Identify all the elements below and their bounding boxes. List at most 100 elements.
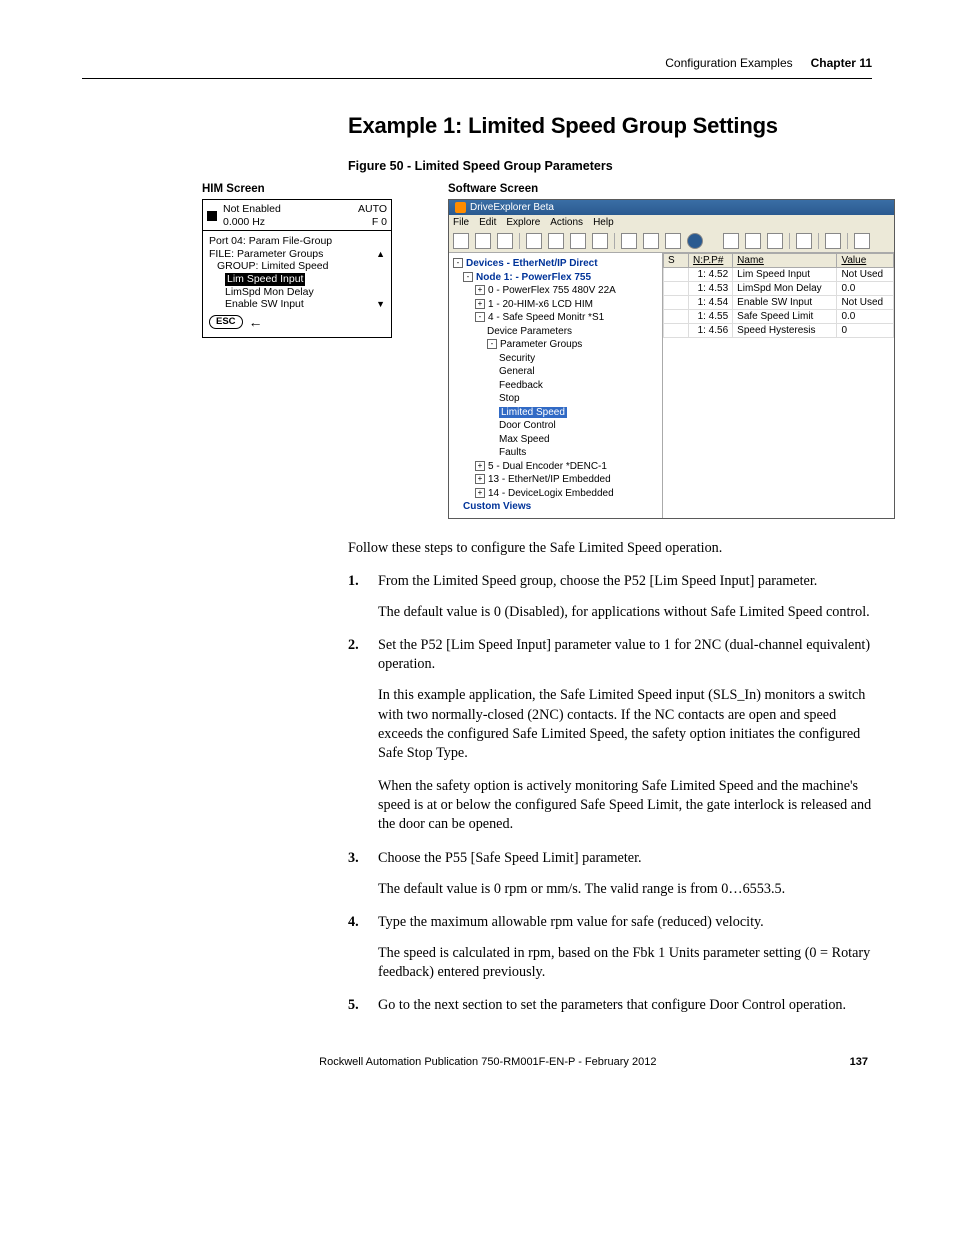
software-screen-block: Software Screen DriveExplorer Beta File … <box>448 183 895 519</box>
tree-node1[interactable]: Node 1: - PowerFlex 755 <box>476 272 591 283</box>
tree-grp-general[interactable]: General <box>499 366 535 377</box>
cut-icon[interactable] <box>526 233 542 249</box>
him-hz: 0.000 Hz <box>223 216 281 229</box>
tree-grp-stop[interactable]: Stop <box>499 393 520 404</box>
window-title: DriveExplorer Beta <box>470 202 554 213</box>
back-arrow-icon <box>249 314 263 331</box>
tree-n4[interactable]: 4 - Safe Speed Monitr *S1 <box>488 312 604 323</box>
tree-grp-security[interactable]: Security <box>499 353 535 364</box>
him-screen-block: HIM Screen Not Enabled 0.000 Hz AUTO F 0 <box>202 183 392 338</box>
step-lead: Go to the next section to set the parame… <box>378 997 846 1013</box>
figure-caption: Figure 50 - Limited Speed Group Paramete… <box>348 159 872 173</box>
dropdown-icon[interactable] <box>643 233 659 249</box>
grid-col-name[interactable]: Name <box>733 254 837 268</box>
app-logo-icon <box>455 202 466 213</box>
tree-custom-views[interactable]: Custom Views <box>463 501 531 512</box>
table-row: 1: 4.56Speed Hysteresis0 <box>664 324 894 338</box>
header-section: Configuration Examples <box>665 56 792 70</box>
grid-col-s[interactable]: S <box>664 254 689 268</box>
intro-text: Follow these steps to configure the Safe… <box>348 539 872 558</box>
tree-root[interactable]: Devices - EtherNet/IP Direct <box>466 258 598 269</box>
software-label: Software Screen <box>448 183 895 195</box>
upload-icon[interactable] <box>723 233 739 249</box>
menu-file[interactable]: File <box>453 217 469 228</box>
properties-icon[interactable] <box>665 233 681 249</box>
step-sub: The default value is 0 rpm or mm/s. The … <box>378 880 872 899</box>
tree-n1[interactable]: 1 - 20-HIM-x6 LCD HIM <box>488 299 593 310</box>
print-icon[interactable] <box>592 233 608 249</box>
step-number: 4. <box>348 913 359 932</box>
step-sub: The default value is 0 (Disabled), for a… <box>378 603 872 622</box>
tree-n0[interactable]: 0 - PowerFlex 755 480V 22A <box>488 285 616 296</box>
steps-list: 1. From the Limited Speed group, choose … <box>348 572 872 1016</box>
save-icon[interactable] <box>497 233 513 249</box>
menubar: File Edit Explore Actions Help <box>449 215 894 230</box>
stop-icon <box>207 211 217 221</box>
him-item-selected: Lim Speed Input <box>225 273 305 286</box>
step-sub: The speed is calculated in rpm, based on… <box>378 944 872 982</box>
menu-explore[interactable]: Explore <box>506 217 540 228</box>
tree-paramgroups[interactable]: Parameter Groups <box>500 339 582 350</box>
tree-grp-feedback[interactable]: Feedback <box>499 380 543 391</box>
grid-col-value[interactable]: Value <box>837 254 894 268</box>
download-icon[interactable] <box>745 233 761 249</box>
header-chapter: Chapter 11 <box>811 56 872 70</box>
menu-help[interactable]: Help <box>593 217 614 228</box>
grid-col-np[interactable]: N:P.P# <box>689 254 733 268</box>
him-item-2: LimSpd Mon Delay <box>209 286 385 299</box>
device-tree[interactable]: -Devices - EtherNet/IP Direct -Node 1: -… <box>449 253 663 518</box>
section-title: Example 1: Limited Speed Group Settings <box>348 113 872 139</box>
step-sub: When the safety option is actively monit… <box>378 777 872 835</box>
copy-icon[interactable] <box>548 233 564 249</box>
tree-devparams[interactable]: Device Parameters <box>487 326 572 337</box>
info-icon[interactable] <box>687 233 703 249</box>
tree-grp-door-control[interactable]: Door Control <box>499 420 556 431</box>
step-number: 1. <box>348 572 359 591</box>
table-row: 1: 4.53LimSpd Mon Delay0.0 <box>664 282 894 296</box>
help-icon[interactable] <box>854 233 870 249</box>
open-icon[interactable] <box>475 233 491 249</box>
him-auto: AUTO <box>358 203 387 216</box>
step-sub: In this example application, the Safe Li… <box>378 686 872 763</box>
table-row: 1: 4.55Safe Speed Limit0.0 <box>664 310 894 324</box>
step-lead: From the Limited Speed group, choose the… <box>378 573 817 589</box>
paste-icon[interactable] <box>570 233 586 249</box>
him-port-line: Port 04: Param File-Group <box>209 235 385 248</box>
page-number: 137 <box>850 1056 868 1068</box>
window-titlebar: DriveExplorer Beta <box>449 200 894 215</box>
him-item-3: Enable SW Input <box>209 298 304 311</box>
tree-n13[interactable]: 13 - EtherNet/IP Embedded <box>488 474 611 485</box>
step-number: 3. <box>348 849 359 868</box>
page-footer: Rockwell Automation Publication 750-RM00… <box>82 1056 872 1068</box>
scroll-down-icon <box>376 298 385 311</box>
table-row: 1: 4.52Lim Speed InputNot Used <box>664 268 894 282</box>
new-icon[interactable] <box>453 233 469 249</box>
tree-n14[interactable]: 14 - DeviceLogix Embedded <box>488 488 614 499</box>
menu-actions[interactable]: Actions <box>550 217 583 228</box>
running-header: Configuration Examples Chapter 11 <box>82 50 872 79</box>
menu-edit[interactable]: Edit <box>479 217 496 228</box>
tree-grp-limited-speed[interactable]: Limited Speed <box>499 407 567 418</box>
step-number: 5. <box>348 996 359 1015</box>
esc-button[interactable]: ESC <box>209 315 243 328</box>
table-row: 1: 4.54Enable SW InputNot Used <box>664 296 894 310</box>
tree-grp-max-speed[interactable]: Max Speed <box>499 434 550 445</box>
refresh-icon[interactable] <box>825 233 841 249</box>
step-lead: Set the P52 [Lim Speed Input] parameter … <box>378 637 870 672</box>
step-number: 2. <box>348 636 359 655</box>
tree-grp-faults[interactable]: Faults <box>499 447 526 458</box>
him-status: Not Enabled <box>223 203 281 216</box>
tree-n5[interactable]: 5 - Dual Encoder *DENC-1 <box>488 461 607 472</box>
step-lead: Choose the P55 [Safe Speed Limit] parame… <box>378 850 642 866</box>
flash-icon[interactable] <box>796 233 812 249</box>
wizard-icon[interactable] <box>621 233 637 249</box>
compare-icon[interactable] <box>767 233 783 249</box>
him-file-line: FILE: Parameter Groups <box>209 248 323 261</box>
him-f0: F 0 <box>358 216 387 229</box>
scroll-up-icon <box>376 248 385 261</box>
publication-info: Rockwell Automation Publication 750-RM00… <box>126 1056 850 1068</box>
step-lead: Type the maximum allowable rpm value for… <box>378 914 764 930</box>
parameter-grid: S N:P.P# Name Value 1: 4.52Lim Speed Inp… <box>663 253 894 518</box>
him-group-line: GROUP: Limited Speed <box>209 260 385 273</box>
toolbar <box>449 230 894 253</box>
